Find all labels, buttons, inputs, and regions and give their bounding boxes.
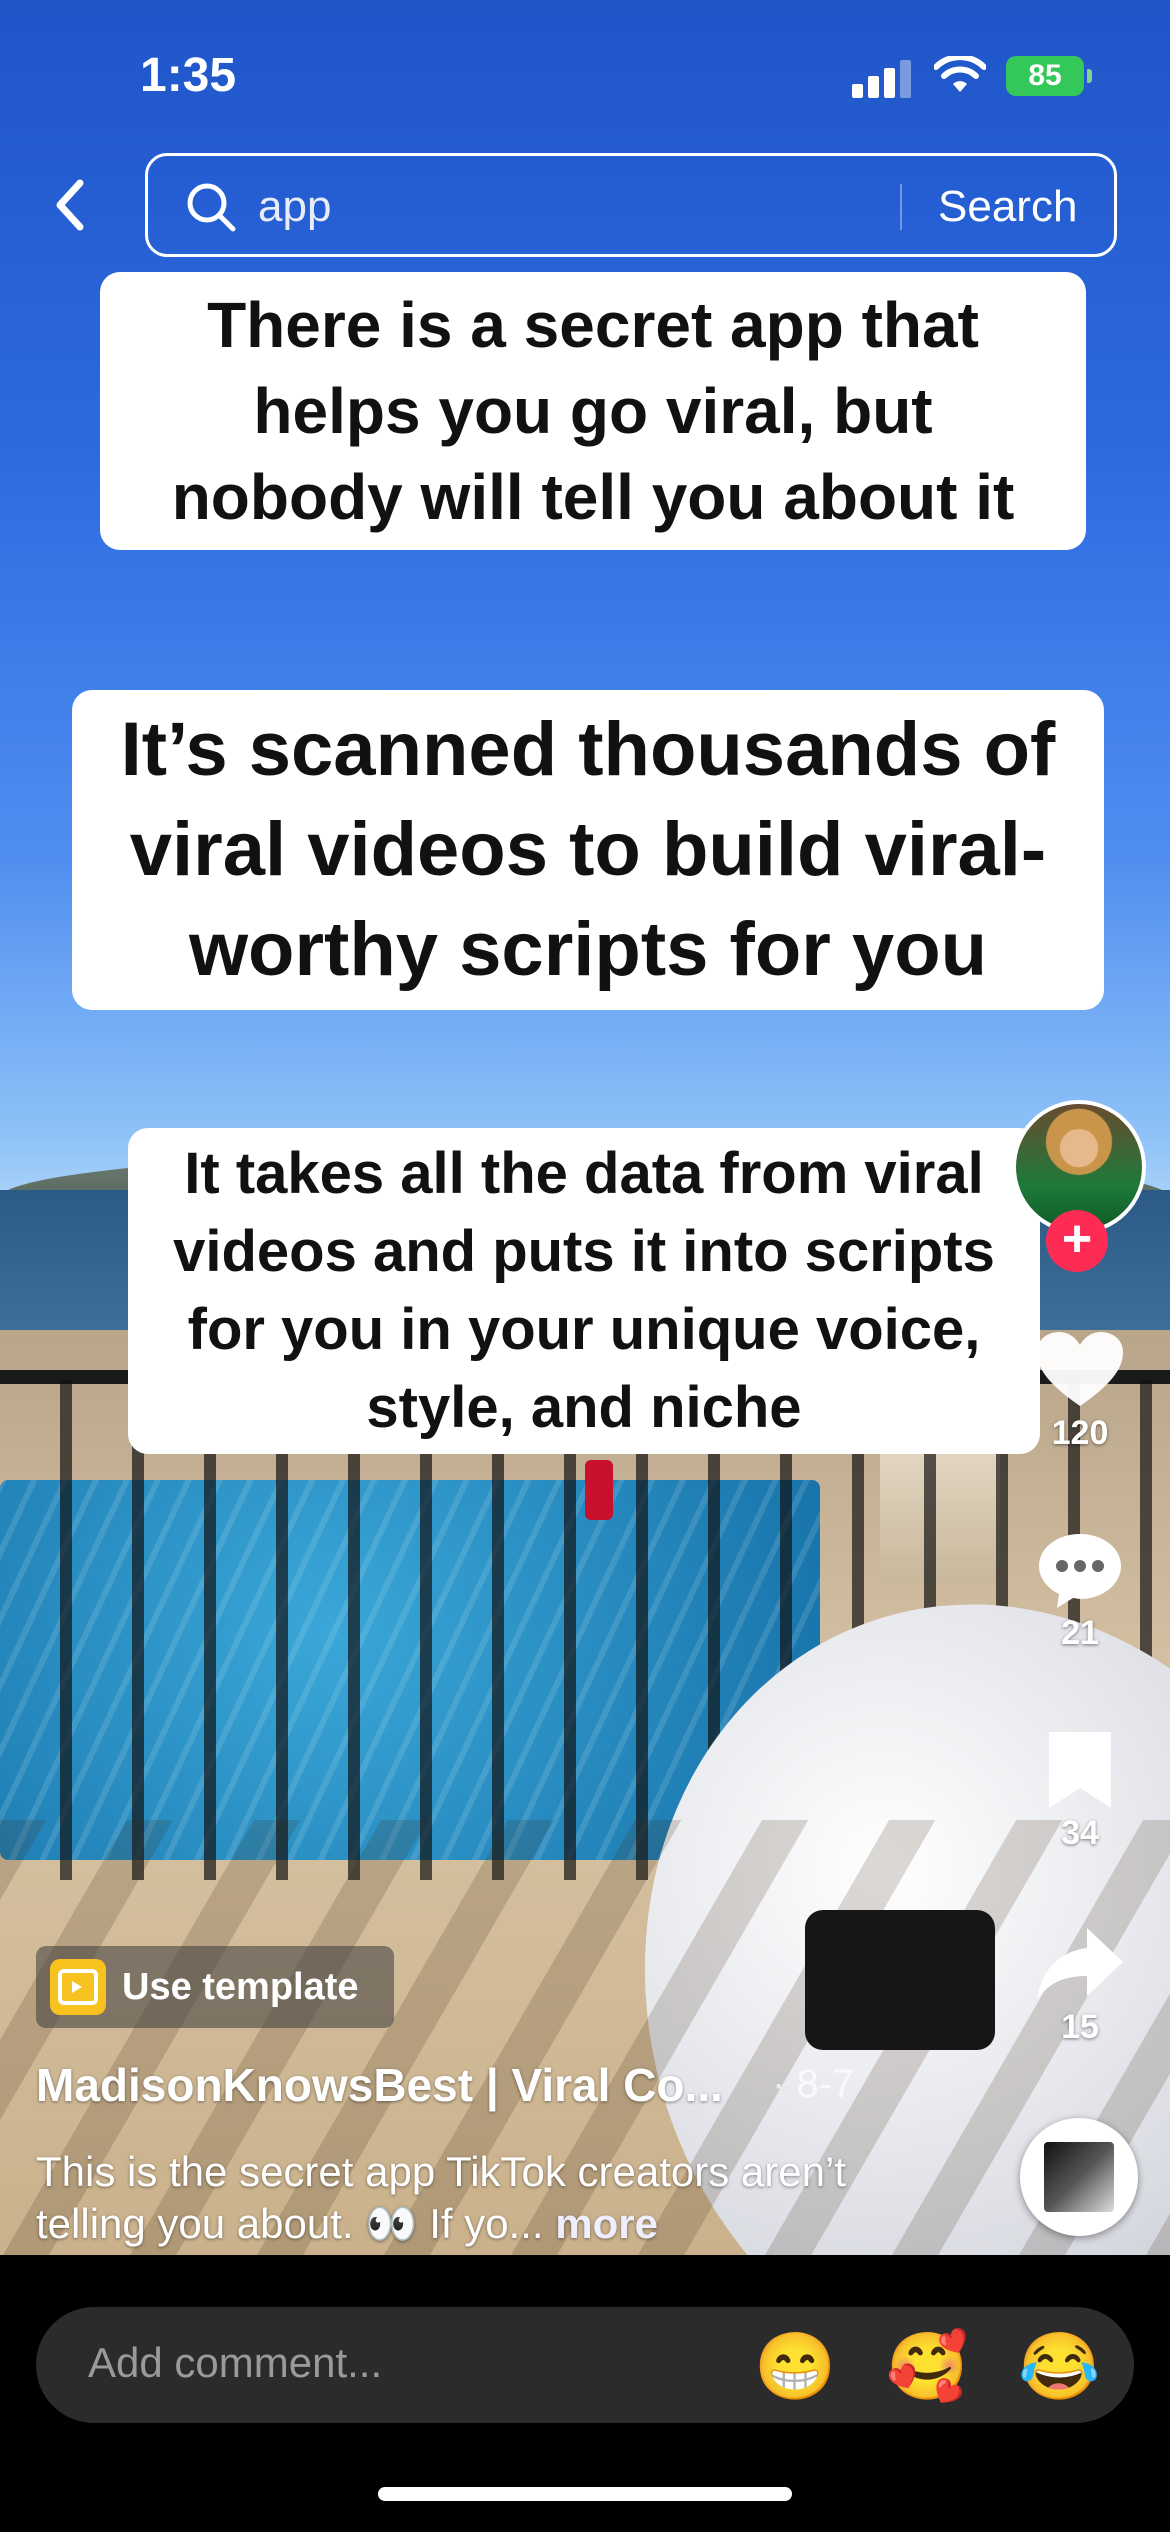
like-button[interactable]: 120 (1025, 1330, 1135, 1453)
battery-level: 85 (1028, 59, 1062, 92)
follow-button[interactable]: + (1046, 1210, 1108, 1272)
comment-button[interactable]: 21 (1025, 1530, 1135, 1653)
battery-indicator: 85 (1006, 56, 1092, 96)
sound-art (1044, 2142, 1114, 2212)
back-button[interactable] (40, 175, 100, 235)
bookmark-icon (1049, 1732, 1111, 1808)
comment-placeholder: Add comment... (88, 2339, 383, 2386)
more-link[interactable]: more (555, 2200, 658, 2247)
description-text: This is the secret app TikTok creators a… (36, 2148, 846, 2247)
comment-count: 21 (1061, 1614, 1099, 1652)
search-divider (900, 184, 902, 230)
caption-second: It’s scanned thousands of viral videos t… (72, 690, 1104, 1010)
like-count: 120 (1051, 1414, 1109, 1452)
wifi-icon (934, 56, 986, 92)
creator-name[interactable]: MadisonKnowsBest | Viral Co... (36, 2058, 723, 2112)
post-date: · 8-7 (772, 2062, 855, 2106)
comment-icon (1039, 1534, 1121, 1608)
share-count: 15 (1061, 2008, 1099, 2046)
status-bar: 1:35 85 (0, 0, 1170, 140)
search-button[interactable]: Search (938, 178, 1077, 236)
share-button[interactable]: 15 (1025, 1924, 1135, 2047)
tiktok-video-screen: 1:35 85 app Search There is a secret app… (0, 0, 1170, 2532)
bookmark-count: 34 (1061, 1814, 1099, 1852)
template-icon (50, 1959, 106, 2015)
share-icon (1037, 1928, 1123, 2000)
use-template-button[interactable]: Use template (36, 1946, 394, 2028)
comment-input[interactable]: Add comment... 😁 🥰 😂 (36, 2307, 1134, 2423)
caption-third: It takes all the data from viral videos … (128, 1128, 1040, 1454)
emoji-grin-button[interactable]: 😁 (754, 2331, 836, 2401)
sound-disc[interactable] (1020, 2118, 1138, 2236)
search-box[interactable]: app Search (145, 153, 1117, 257)
heart-icon (1037, 1332, 1123, 1406)
home-indicator (378, 2487, 792, 2501)
background-camera (805, 1910, 995, 2050)
status-time: 1:35 (140, 49, 237, 102)
caption-first: There is a secret app that helps you go … (100, 272, 1086, 550)
bottom-bar: Add comment... 😁 🥰 😂 (0, 2255, 1170, 2532)
search-icon (187, 183, 236, 232)
bookmark-button[interactable]: 34 (1025, 1730, 1135, 1853)
emoji-hearts-button[interactable]: 🥰 (886, 2331, 968, 2401)
back-icon (56, 179, 84, 231)
emoji-laugh-button[interactable]: 😂 (1018, 2331, 1100, 2401)
use-template-label: Use template (122, 1965, 359, 2008)
search-input[interactable]: app (258, 178, 331, 236)
cellular-signal-icon (852, 58, 912, 98)
post-description[interactable]: This is the secret app TikTok creators a… (36, 2146, 936, 2250)
